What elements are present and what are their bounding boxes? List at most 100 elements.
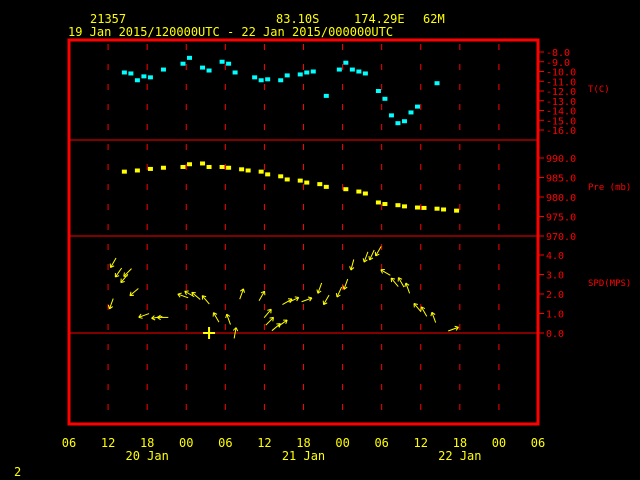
pressure-point (454, 208, 460, 213)
wind-arrow (301, 296, 313, 303)
wind-arrow (109, 257, 117, 269)
pressure-point (401, 204, 407, 209)
temperature-point (134, 78, 140, 83)
wind-arrow (404, 282, 411, 294)
pressure-point (180, 164, 186, 169)
pressure-point (206, 164, 212, 169)
wind-arrow (447, 325, 459, 332)
y-tick-label: 970.0 (546, 232, 576, 243)
wind-arrow (107, 298, 114, 310)
pressure-point (239, 167, 245, 172)
temperature-point (310, 69, 316, 74)
y-tick-label: 3.0 (546, 271, 564, 282)
pressure-point (265, 172, 271, 177)
x-tick-label: 18 (140, 436, 154, 450)
temperature-point (349, 67, 355, 72)
x-tick-label: 12 (414, 436, 428, 450)
pressure-point (278, 174, 284, 179)
wind-arrow (335, 286, 343, 298)
wind-arrow (397, 277, 405, 288)
wind-arrow (342, 278, 349, 290)
y-tick-label: 975.0 (546, 213, 576, 224)
x-tick-label: 00 (179, 436, 193, 450)
wind-arrow (138, 313, 150, 319)
pressure-point (258, 169, 264, 174)
pressure-point (382, 202, 388, 207)
temperature-point (258, 78, 264, 83)
wind-arrow (129, 288, 139, 297)
temperature-point (395, 121, 401, 126)
y-axis-title: Pre (mb) (588, 183, 631, 193)
x-tick-label: 18 (453, 436, 467, 450)
pressure-point (200, 161, 206, 166)
temperature-point (362, 71, 368, 76)
pressure-point (187, 162, 193, 167)
wind-arrow (239, 288, 245, 300)
x-day-label: 20 Jan (125, 449, 168, 463)
pressure-point (323, 184, 329, 189)
wind-arrow (177, 292, 189, 299)
pressure-point (414, 205, 420, 210)
y-tick-label: 4.0 (546, 251, 564, 262)
temperature-point (284, 73, 290, 78)
wind-arrow (212, 312, 220, 323)
temperature-point (187, 55, 193, 60)
pressure-point (421, 205, 427, 210)
temperature-point (180, 61, 186, 66)
temperature-point (265, 77, 271, 82)
wind-arrow (362, 251, 369, 263)
pressure-point (356, 189, 362, 194)
wind-arrow (225, 313, 231, 325)
pressure-point (343, 187, 349, 192)
pressure-point (160, 165, 166, 170)
y-tick-label: 1.0 (546, 310, 564, 321)
temperature-point (141, 74, 147, 79)
temperature-point (219, 59, 225, 64)
x-tick-label: 00 (492, 436, 506, 450)
wind-arrow (368, 249, 375, 261)
meteogram-chart: -8.0-9.0-10.0-11.0-12.0-13.0-14.0-15.0-1… (62, 38, 631, 463)
pressure-point (362, 191, 368, 196)
wind-arrow (390, 277, 399, 287)
temperature-point (414, 104, 420, 109)
temperature-point (232, 70, 238, 75)
x-tick-label: 06 (218, 436, 232, 450)
temperature-point (375, 89, 381, 93)
temperature-point (388, 113, 394, 118)
temperature-point (304, 70, 310, 75)
pressure-point (121, 169, 127, 174)
pressure-point (297, 178, 303, 183)
x-day-label: 21 Jan (282, 449, 325, 463)
wind-arrow (316, 282, 323, 294)
temperature-point (408, 110, 414, 115)
pressure-point (441, 207, 447, 212)
wind-arrow (263, 308, 272, 319)
wind-arrow (322, 294, 330, 306)
y-tick-label: -16.0 (546, 126, 576, 137)
pressure-point (147, 166, 153, 171)
temperature-point (323, 93, 329, 98)
temperature-point (147, 75, 153, 80)
wind-arrow (157, 314, 169, 321)
temperature-point (160, 67, 166, 72)
y-tick-label: 0.0 (546, 329, 564, 340)
wind-arrow (114, 267, 123, 278)
y-tick-label: 2.0 (546, 290, 564, 301)
pressure-point (304, 180, 310, 185)
y-axis-title: T(C) (588, 85, 610, 95)
y-axis-title: SPD(MPS) (588, 279, 631, 289)
wind-arrow (191, 291, 201, 300)
wind-arrow (258, 290, 266, 301)
x-tick-label: 06 (62, 436, 76, 450)
y-tick-label: 990.0 (546, 154, 576, 165)
wind-arrow (413, 302, 422, 313)
temperature-point (206, 68, 212, 73)
pressure-point (245, 168, 251, 173)
x-day-label: 22 Jan (438, 449, 481, 463)
temperature-point (401, 119, 407, 124)
wind-arrow (420, 306, 428, 317)
pressure-point (219, 164, 225, 169)
temperature-point (128, 71, 134, 76)
temperature-point (226, 61, 232, 66)
pressure-point (375, 200, 381, 205)
